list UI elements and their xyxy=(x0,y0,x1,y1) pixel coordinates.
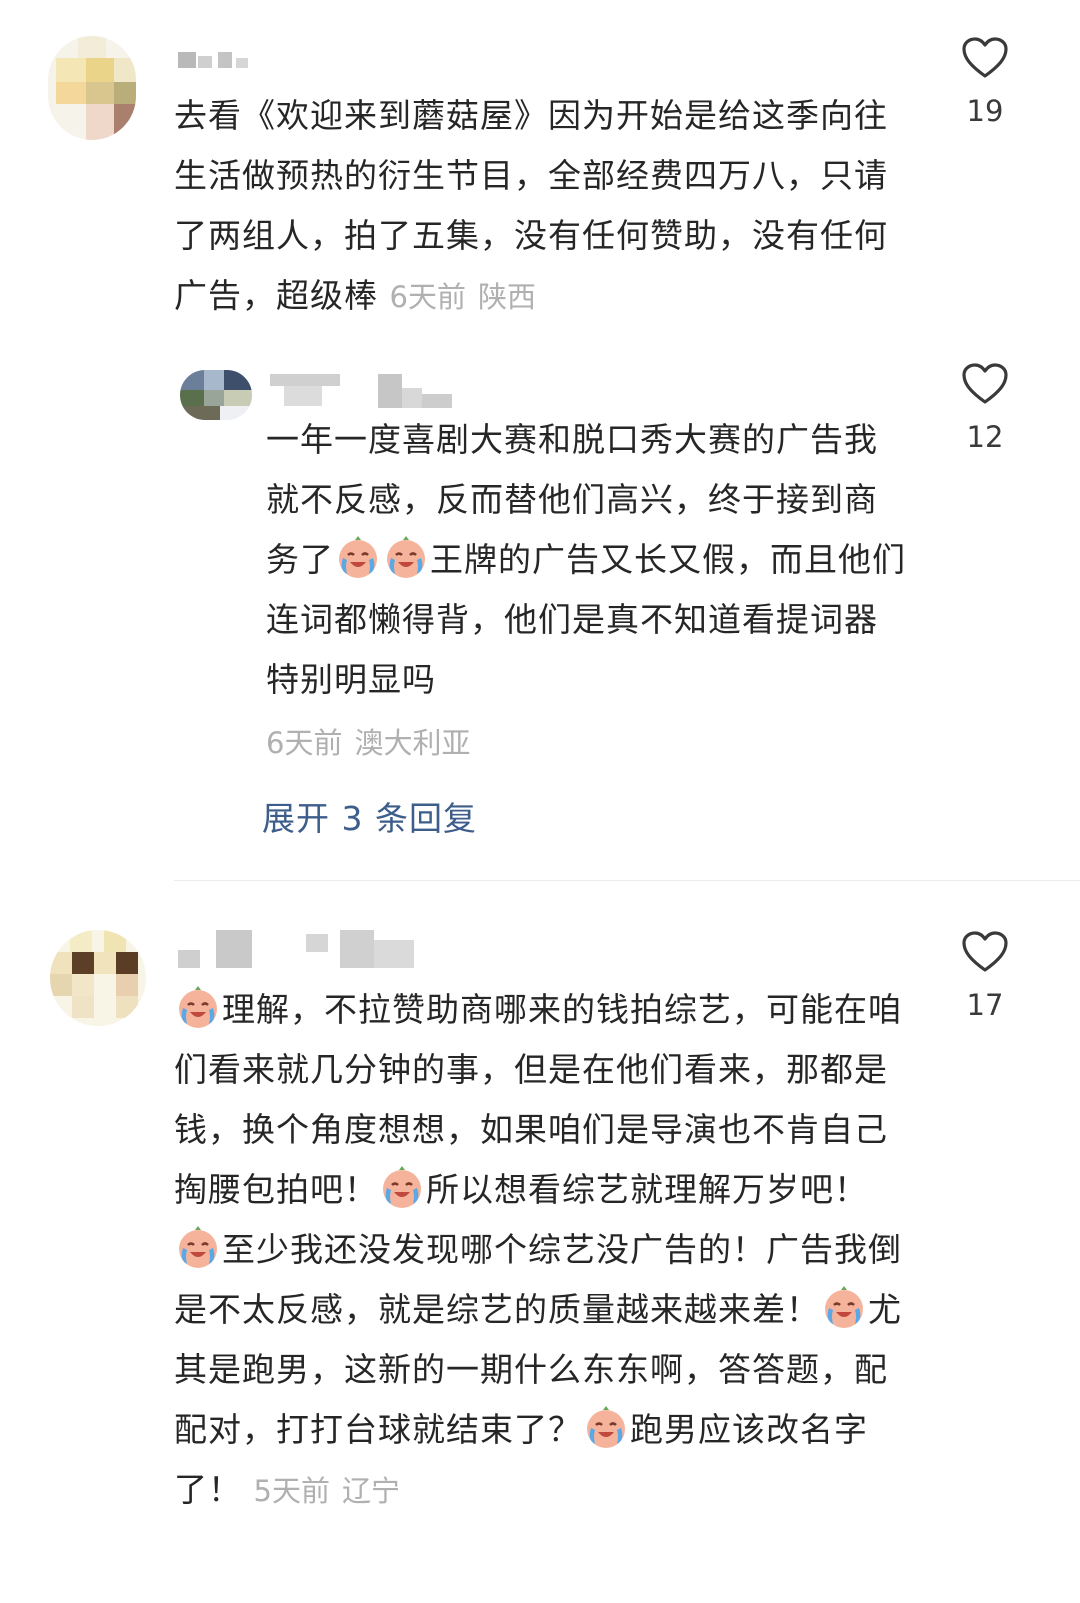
avatar[interactable] xyxy=(180,370,252,420)
like-button[interactable]: 17 xyxy=(955,930,1015,1022)
username-blurred[interactable] xyxy=(178,930,418,972)
username-blurred[interactable] xyxy=(178,48,258,70)
comment-body: 去看《欢迎来到蘑菇屋》因为开始是给这季向往生活做预热的衍生节目，全部经费四万八，… xyxy=(174,86,914,327)
heart-outline-icon xyxy=(962,931,1008,972)
like-count: 19 xyxy=(966,94,1004,128)
comment-time: 6天前 xyxy=(389,280,466,314)
like-button[interactable]: 19 xyxy=(955,36,1015,128)
avatar[interactable] xyxy=(48,36,136,140)
crying-laughing-emoji xyxy=(175,984,221,1030)
like-count: 17 xyxy=(966,988,1004,1022)
comment-meta: 6天前 陕西 xyxy=(390,280,536,314)
like-count: 12 xyxy=(966,420,1004,454)
comment-body: 理解，不拉赞助商哪来的钱拍综艺，可能在咱们看来就几分钟的事，但是在他们看来，那都… xyxy=(174,980,914,1521)
divider xyxy=(174,880,1080,881)
comment-location: 澳大利亚 xyxy=(354,726,471,760)
username-blurred[interactable] xyxy=(270,374,460,410)
crying-laughing-emoji xyxy=(379,1164,425,1210)
crying-laughing-emoji xyxy=(383,534,429,580)
comment-time: 5天前 xyxy=(253,1474,330,1508)
crying-laughing-emoji xyxy=(335,534,381,580)
crying-laughing-emoji xyxy=(583,1404,629,1450)
like-button[interactable]: 12 xyxy=(955,362,1015,454)
comment-time: 6天前 xyxy=(266,726,343,760)
comment-meta: 5天前 辽宁 xyxy=(254,1474,400,1508)
comment-text: 所以想看综艺就理解万岁吧！ xyxy=(426,1170,868,1209)
crying-laughing-emoji xyxy=(821,1284,867,1330)
expand-replies-link[interactable]: 展开 3 条回复 xyxy=(262,792,477,840)
comment-meta: 6天前 澳大利亚 xyxy=(266,720,470,762)
comment-location: 辽宁 xyxy=(341,1474,400,1508)
heart-outline-icon xyxy=(962,37,1008,78)
comment-text: 至少我还没发现哪个综艺没广告的！广告我倒是不太反感，就是综艺的质量越来越来差！ xyxy=(174,1230,902,1329)
heart-outline-icon xyxy=(962,363,1008,404)
comment-body: 一年一度喜剧大赛和脱口秀大赛的广告我就不反感，反而替他们高兴，终于接到商务了 王牌… xyxy=(266,410,906,710)
comment-location: 陕西 xyxy=(477,280,536,314)
crying-laughing-emoji xyxy=(175,1224,221,1270)
avatar[interactable] xyxy=(50,930,146,1026)
